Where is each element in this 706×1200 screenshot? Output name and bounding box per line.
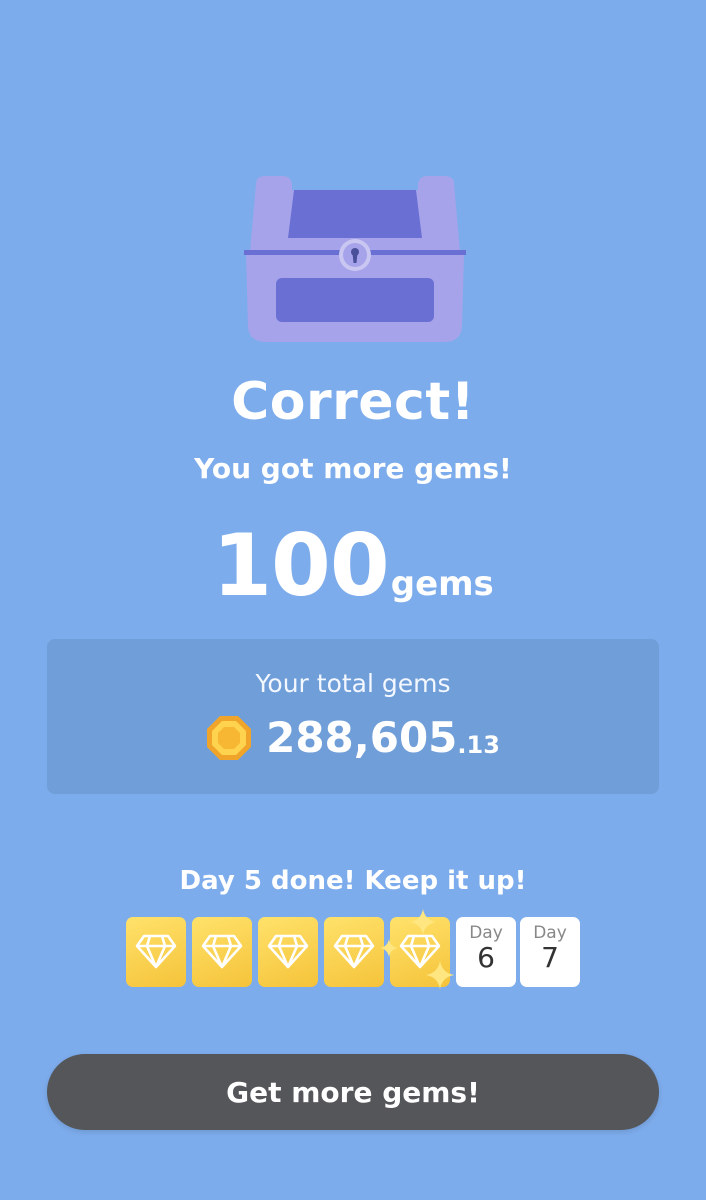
streak-day-2	[192, 917, 252, 987]
diamond-icon	[267, 934, 309, 969]
result-subtitle: You got more gems!	[194, 452, 512, 485]
reward-unit: gems	[390, 564, 494, 604]
total-gems-decimal: .13	[457, 730, 500, 759]
sparkle-icon	[426, 961, 454, 989]
streak-day-6: Day 6	[456, 917, 516, 987]
reward-value: 100	[212, 516, 390, 616]
total-gems-value: 288,605	[266, 713, 458, 762]
total-gems-label: Your total gems	[255, 669, 451, 698]
reward-amount: 100gems	[0, 516, 706, 616]
streak-message: Day 5 done! Keep it up!	[179, 866, 527, 896]
streak-tracker: Day 6 Day 7	[126, 909, 580, 989]
day-label: Day	[469, 923, 503, 943]
day-number: 6	[477, 941, 495, 974]
sparkle-icon	[380, 939, 398, 957]
streak-day-1	[126, 917, 186, 987]
diamond-icon	[201, 934, 243, 969]
streak-day-7: Day 7	[520, 917, 580, 987]
total-gems-row: 288,605.13	[47, 713, 659, 762]
result-title: Correct!	[231, 372, 475, 432]
sparkle-icon	[410, 909, 436, 935]
diamond-icon	[333, 934, 375, 969]
treasure-chest-icon	[244, 176, 466, 342]
streak-day-3	[258, 917, 318, 987]
total-gems-panel: Your total gems 288,605.13	[47, 639, 659, 794]
gem-coin-icon	[207, 715, 252, 760]
day-number: 7	[541, 941, 559, 974]
day-label: Day	[533, 923, 567, 943]
streak-day-4	[324, 917, 384, 987]
diamond-icon	[135, 934, 177, 969]
get-more-gems-button[interactable]: Get more gems!	[47, 1054, 659, 1130]
